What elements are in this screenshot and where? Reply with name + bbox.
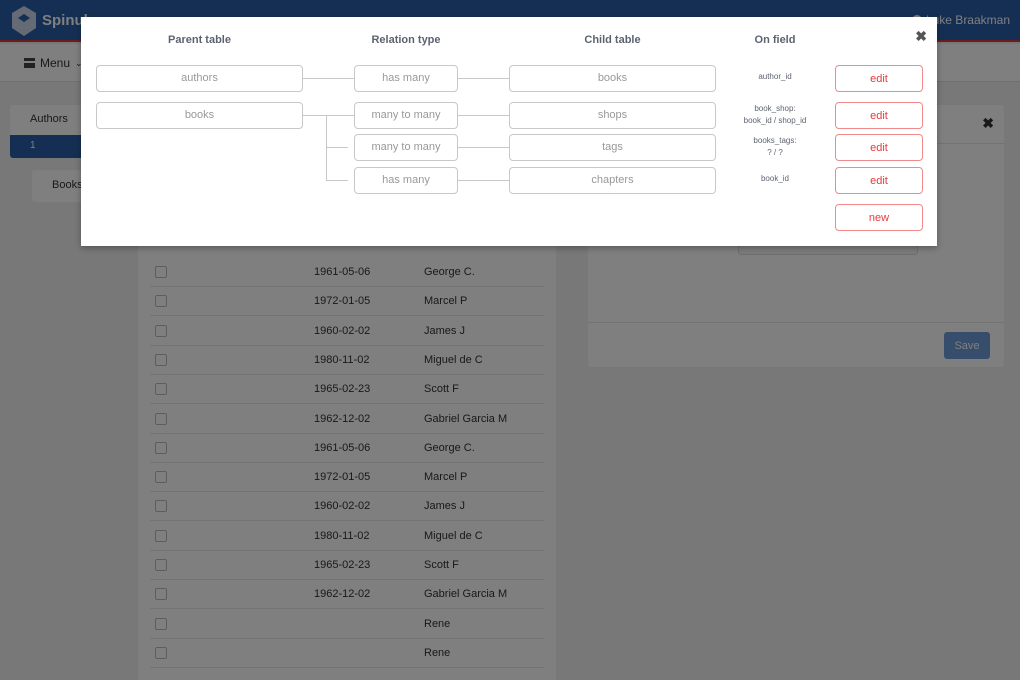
on-field-label: author_id bbox=[731, 71, 819, 83]
edit-button[interactable]: edit bbox=[835, 134, 923, 161]
on-field-line: author_id bbox=[758, 72, 792, 81]
child-table-box[interactable]: tags bbox=[509, 134, 716, 161]
header-on-field: On field bbox=[754, 34, 796, 46]
connector-line bbox=[326, 180, 348, 181]
connector-line bbox=[458, 78, 509, 79]
connector-line bbox=[303, 115, 354, 116]
child-table-box[interactable]: shops bbox=[509, 102, 716, 129]
child-table-box[interactable]: chapters bbox=[509, 167, 716, 194]
connector-line bbox=[458, 115, 509, 116]
on-field-label: book_shop: book_id / shop_id bbox=[731, 103, 819, 127]
on-field-line: ? / ? bbox=[767, 148, 783, 157]
header-child-table: Child table bbox=[584, 34, 641, 46]
on-field-line: books_tags: bbox=[753, 136, 797, 145]
relation-type-box[interactable]: many to many bbox=[354, 102, 458, 129]
close-icon[interactable]: ✖ bbox=[915, 28, 927, 45]
header-relation-type: Relation type bbox=[371, 34, 441, 46]
relation-type-box[interactable]: has many bbox=[354, 65, 458, 92]
relation-type-box[interactable]: has many bbox=[354, 167, 458, 194]
child-table-box[interactable]: books bbox=[509, 65, 716, 92]
on-field-line: book_id bbox=[760, 174, 790, 183]
edit-button[interactable]: edit bbox=[835, 65, 923, 92]
relation-type-box[interactable]: many to many bbox=[354, 134, 458, 161]
parent-table-box[interactable]: authors bbox=[96, 65, 303, 92]
connector-line bbox=[303, 78, 354, 79]
connector-line bbox=[458, 147, 509, 148]
connector-line bbox=[458, 180, 509, 181]
header-parent-table: Parent table bbox=[168, 34, 231, 46]
edit-button[interactable]: edit bbox=[835, 167, 923, 194]
new-relation-button[interactable]: new bbox=[835, 204, 923, 231]
on-field-label: books_tags: ? / ? bbox=[731, 135, 819, 159]
connector-line bbox=[326, 147, 348, 148]
on-field-label: book_id bbox=[731, 173, 819, 185]
on-field-line: book_shop: bbox=[754, 104, 796, 113]
relations-modal: ✖ Parent table Relation type Child table… bbox=[81, 17, 937, 246]
parent-table-box[interactable]: books bbox=[96, 102, 303, 129]
edit-button[interactable]: edit bbox=[835, 102, 923, 129]
on-field-line: book_id / shop_id bbox=[743, 116, 807, 125]
